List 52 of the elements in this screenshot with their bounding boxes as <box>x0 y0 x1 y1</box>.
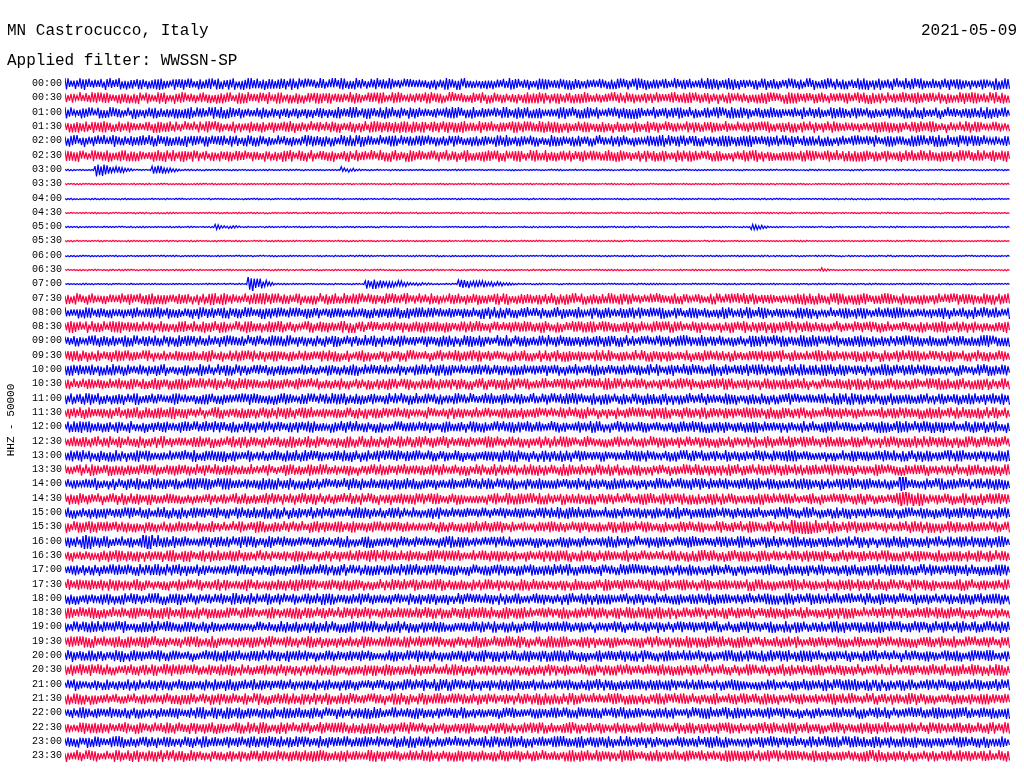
time-label: 02:30 <box>31 149 63 162</box>
time-label: 05:00 <box>31 221 63 234</box>
time-label: 13:00 <box>31 449 63 462</box>
time-label: 18:00 <box>31 592 63 605</box>
time-label: 00:30 <box>31 92 63 105</box>
time-label: 23:00 <box>31 735 63 748</box>
time-label: 09:30 <box>31 349 63 362</box>
time-label: 15:00 <box>31 507 63 520</box>
time-label: 00:00 <box>31 78 63 91</box>
time-label: 07:30 <box>31 292 63 305</box>
time-label: 22:30 <box>31 721 63 734</box>
channel-label: HHZ - 50000 <box>5 383 17 457</box>
time-label: 11:30 <box>31 406 63 419</box>
time-label: 20:00 <box>31 650 63 662</box>
time-label: 17:00 <box>31 564 63 577</box>
time-label: 05:30 <box>31 235 63 248</box>
time-label: 06:30 <box>31 264 63 276</box>
time-label: 01:30 <box>31 121 63 134</box>
time-label: 06:00 <box>31 249 63 262</box>
time-label: 10:30 <box>31 378 63 391</box>
time-label: 19:00 <box>31 621 63 634</box>
time-label: 03:30 <box>31 178 63 191</box>
time-label: 16:30 <box>31 549 63 562</box>
time-label: 22:00 <box>31 707 63 720</box>
time-label: 01:00 <box>31 106 63 119</box>
time-label: 04:30 <box>31 206 63 219</box>
time-label: 16:00 <box>31 535 63 548</box>
time-label: 11:00 <box>31 392 63 405</box>
time-label: 12:30 <box>31 435 63 448</box>
time-label: 04:00 <box>31 192 63 205</box>
time-label: 14:00 <box>31 478 63 491</box>
time-label: 08:30 <box>31 321 63 334</box>
time-label: 21:30 <box>31 692 63 705</box>
time-label: 07:00 <box>31 278 63 291</box>
time-label: 10:00 <box>31 364 63 377</box>
time-label: 09:00 <box>31 335 63 348</box>
time-label: 20:30 <box>31 664 63 677</box>
time-label: 23:30 <box>31 750 63 763</box>
date-label: 2021-05-09 <box>921 21 1017 42</box>
time-label: 19:30 <box>31 635 63 648</box>
time-label: 08:00 <box>31 306 63 319</box>
time-label: 03:00 <box>31 163 63 176</box>
filter-label: Applied filter: WWSSN-SP <box>6 51 239 72</box>
time-label: 21:00 <box>31 678 63 691</box>
time-label: 13:30 <box>31 464 63 477</box>
time-label: 02:00 <box>31 135 63 148</box>
time-label: 14:30 <box>31 492 63 505</box>
station-title: MN Castrocucco, Italy <box>7 21 209 42</box>
time-label: 17:30 <box>31 578 63 591</box>
time-label: 15:30 <box>31 521 63 534</box>
time-label: 12:00 <box>31 421 63 434</box>
time-label: 18:30 <box>31 607 63 620</box>
